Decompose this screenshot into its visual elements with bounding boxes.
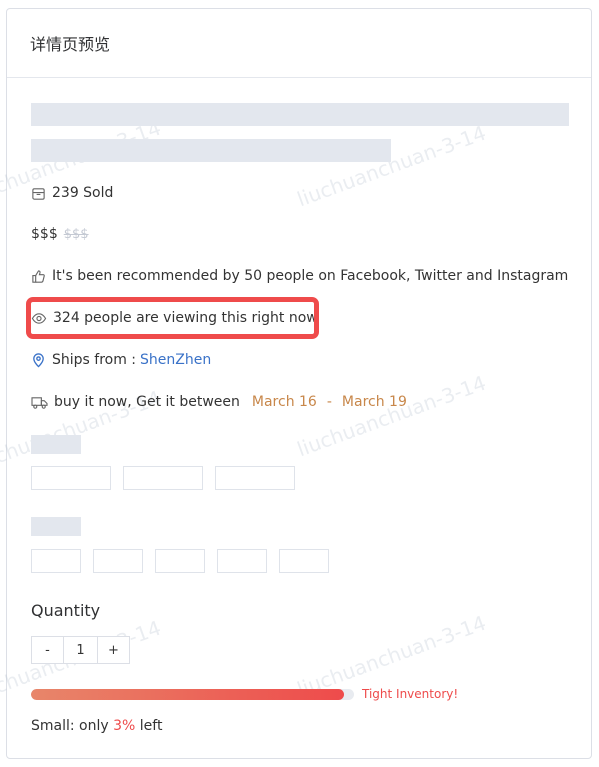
watermark: liuchuanchuan-3-14: [293, 370, 490, 462]
price-original: $$$: [63, 226, 89, 242]
watermark: liuchuanchuan-3-14: [293, 120, 490, 212]
option-button[interactable]: [215, 466, 295, 490]
stock-remaining: Small: only 3% left: [31, 718, 162, 734]
option-group-label-skeleton: [31, 435, 81, 454]
social-proof-row: It's been recommended by 50 people on Fa…: [31, 268, 568, 284]
option-button[interactable]: [93, 549, 143, 573]
option-button[interactable]: [155, 549, 205, 573]
delivery-row: buy it now, Get it between March 16 - Ma…: [31, 394, 407, 410]
quantity-label: Quantity: [31, 601, 101, 620]
sold-count: 239 Sold: [52, 185, 114, 201]
inventory-status-label: Tight Inventory!: [362, 687, 459, 701]
decrement-button[interactable]: -: [31, 636, 64, 664]
quantity-input[interactable]: 1: [64, 636, 97, 664]
price-row: $$$ $$$: [31, 226, 89, 242]
option-button[interactable]: [31, 466, 111, 490]
price-current: $$$: [31, 226, 58, 242]
delivery-separator: -: [326, 394, 332, 410]
ships-from-location: ShenZhen: [140, 352, 212, 368]
location-pin-icon: [31, 352, 52, 368]
option-button[interactable]: [279, 549, 329, 573]
subtitle-skeleton: [31, 139, 391, 162]
social-proof-text: It's been recommended by 50 people on Fa…: [52, 268, 569, 284]
delivery-start-date: March 16: [251, 394, 317, 410]
sold-row: 239 Sold: [31, 185, 113, 201]
card-title: 详情页预览: [7, 9, 591, 78]
stock-suffix: left: [139, 718, 163, 734]
bag-icon: [31, 186, 52, 201]
quantity-stepper: - 1 +: [31, 636, 130, 664]
highlight-box: [26, 297, 319, 339]
thumbs-up-icon: [31, 269, 52, 284]
option-group-label-skeleton: [31, 517, 81, 536]
option-button[interactable]: [217, 549, 267, 573]
stock-prefix: Small: only: [31, 718, 109, 734]
delivery-end-date: March 19: [341, 394, 407, 410]
truck-icon: [31, 395, 54, 410]
title-skeleton: [31, 103, 569, 126]
inventory-progress-bar: [31, 689, 354, 700]
option-button[interactable]: [31, 549, 81, 573]
increment-button[interactable]: +: [97, 636, 130, 664]
stock-percent: 3%: [113, 718, 136, 734]
option-button[interactable]: [123, 466, 203, 490]
ships-from-row: Ships from : ShenZhen: [31, 352, 211, 368]
detail-preview-card: 详情页预览 liuchuanchuan-3-14 liuchuanchuan-3…: [0, 8, 592, 759]
delivery-label: buy it now, Get it between: [54, 394, 240, 410]
ships-from-label: Ships from :: [52, 352, 137, 368]
inventory-progress-fill: [31, 689, 345, 700]
